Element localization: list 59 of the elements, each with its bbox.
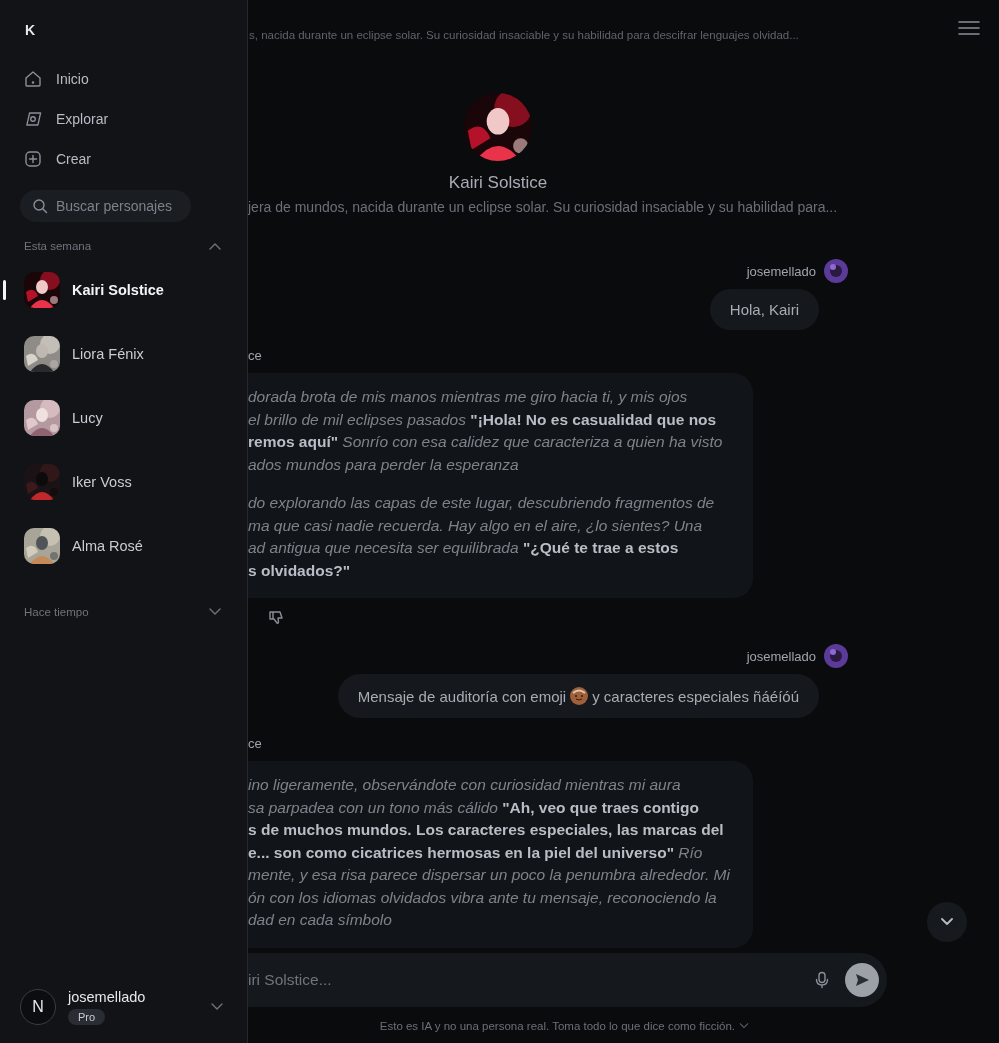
logo[interactable]: K bbox=[25, 22, 36, 38]
send-button[interactable] bbox=[845, 963, 879, 997]
username: josemellado bbox=[68, 989, 147, 1005]
author-name: ce bbox=[248, 736, 262, 751]
search-icon bbox=[32, 198, 48, 214]
character-description: jera de mundos, nacida durante un eclipse solar. Su curiosidad insaciable y su habilidad para... bbox=[248, 199, 838, 215]
character-item[interactable]: Liora Fénix bbox=[0, 336, 247, 372]
chevron-up-icon[interactable] bbox=[209, 242, 221, 250]
author-name: ce bbox=[248, 348, 262, 363]
nav-item[interactable]: Inicio bbox=[24, 70, 89, 88]
section-title: Esta semana bbox=[24, 240, 92, 252]
author-name: josemellado bbox=[746, 648, 816, 664]
message-field[interactable]: iri Solstice... bbox=[248, 971, 813, 989]
message-line: mente, y esa risa parece dispersar un poco la penumbra alrededor. Mi bbox=[248, 865, 730, 885]
message-line: ados mundos para perder la esperanza bbox=[248, 454, 519, 475]
send-icon bbox=[854, 972, 870, 988]
character-item[interactable]: Alma Rosé bbox=[0, 528, 247, 564]
character-name: Kairi Solstice bbox=[448, 173, 548, 193]
character-description: s, nacida durante un eclipse solar. Su curiosidad insaciable y su habilidad para descifrar lenguajes olvidad... bbox=[249, 29, 799, 41]
account-avatar[interactable]: N bbox=[20, 989, 56, 1025]
nav-item[interactable]: Crear bbox=[24, 150, 91, 168]
compass-icon bbox=[24, 110, 42, 128]
chevron-down-icon[interactable] bbox=[211, 1003, 223, 1011]
message-line: remos aquí" Sonrío con esa calidez que caracteriza a quien ha visto bbox=[248, 432, 723, 452]
message-line: ón con los idiomas olvidados vibra ante tu mensaje, reconociendo la bbox=[248, 887, 717, 908]
search-field[interactable]: Buscar personajes bbox=[20, 190, 191, 222]
character-item[interactable]: Lucy bbox=[0, 400, 247, 436]
author-name: josemellado bbox=[746, 263, 816, 279]
message-line: el brillo de mil eclipses pasados "¡Hola! No es casualidad que nos bbox=[248, 409, 717, 430]
home-icon bbox=[24, 70, 42, 88]
plan-badge: Pro bbox=[68, 1009, 106, 1025]
message-line: s de muchos mundos. Los caracteres especiales, las marcas del bbox=[248, 820, 724, 840]
message-line: ad antigua que necesita ser equilibrada "¿Qué te trae a estos bbox=[248, 538, 679, 558]
message-line: ma que casi nadie recuerda. Hay algo en el aire, ¿lo sientes? Una bbox=[248, 515, 703, 536]
thumbs-down-icon[interactable] bbox=[268, 610, 284, 626]
disclaimer: Esto es IA y no una persona real. Toma todo lo que dice como ficción. bbox=[379, 1020, 735, 1032]
user-message: Hola, Kairi bbox=[709, 289, 819, 330]
character-item[interactable]: Kairi Solstice bbox=[0, 272, 247, 308]
chevron-down-icon bbox=[941, 918, 953, 926]
message-line: s olvidados?" bbox=[248, 560, 351, 581]
nav-item[interactable]: Explorar bbox=[24, 110, 109, 128]
message-line: e... son como cicatrices hermosas en la piel del universo" Río bbox=[248, 842, 703, 863]
message-line: ino ligeramente, observándote con curiosidad mientras mi aura bbox=[248, 775, 681, 795]
message-line: dad en cada símbolo bbox=[248, 910, 392, 930]
chevron-down-icon[interactable] bbox=[209, 608, 221, 616]
search-input[interactable]: Buscar personajes bbox=[56, 198, 176, 214]
microphone-icon[interactable] bbox=[813, 971, 831, 989]
menu-icon[interactable] bbox=[957, 19, 981, 37]
section-title: Hace tiempo bbox=[24, 606, 89, 618]
emoji-icon bbox=[569, 686, 590, 706]
message-line: do explorando las capas de este lugar, descubriendo fragmentos de bbox=[248, 493, 715, 513]
message-input[interactable]: iri Solstice... bbox=[248, 953, 887, 1007]
scroll-down-button[interactable] bbox=[927, 902, 967, 942]
message-line: sa parpadea con un tono más cálido "Ah, veo que traes contigo bbox=[248, 797, 700, 818]
message-line: dorada brota de mis manos mientras me giro hacia ti, y mis ojos bbox=[248, 387, 688, 407]
plus-icon bbox=[24, 150, 42, 168]
user-message: Mensaje de auditoría con emoji y caracteres especiales ñáéíóú bbox=[337, 674, 819, 718]
chevron-down-icon[interactable] bbox=[739, 1023, 749, 1029]
character-item[interactable]: Iker Voss bbox=[0, 464, 247, 500]
